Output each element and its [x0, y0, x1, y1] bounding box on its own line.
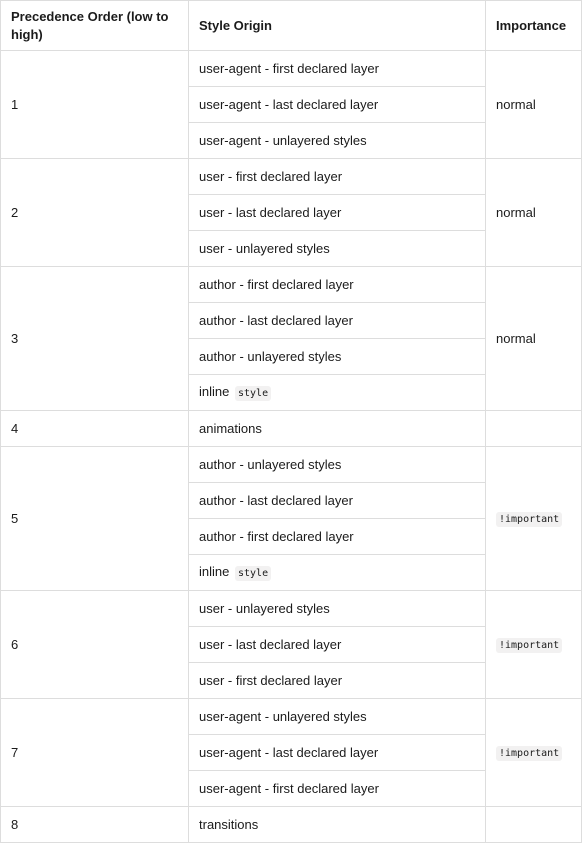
style-origin-cell: user - unlayered styles	[188, 590, 486, 627]
table-row: 5 author - unlayered styles !important	[0, 446, 582, 591]
important-keyword-code: !important	[496, 511, 563, 527]
table-body: 1 user-agent - first declared layer normal…	[0, 50, 582, 843]
style-origin-cell: user-agent - first declared layer	[188, 50, 486, 87]
style-origin-cell: user - first declared layer	[188, 662, 486, 699]
style-origin-cell: user-agent - first declared layer	[188, 770, 486, 807]
table-header-row: Precedence Order (low to high) Style Ori…	[0, 0, 582, 51]
style-origin-cell: inline style	[188, 374, 486, 411]
importance-cell	[485, 806, 582, 843]
style-origin-text: user - last declared layer	[199, 204, 342, 220]
style-origin-text: author - last declared layer	[199, 492, 353, 508]
importance-cell: !important	[485, 698, 582, 807]
style-origin-text: user - unlayered styles	[199, 240, 330, 256]
style-origin-cell: user - last declared layer	[188, 194, 486, 231]
importance-cell: normal	[485, 266, 582, 411]
style-origin-cell: user - last declared layer	[188, 626, 486, 663]
style-origin-cell: user-agent - unlayered styles	[188, 698, 486, 735]
style-origin-text: author - first declared layer	[199, 276, 354, 292]
precedence-order-cell: 5	[0, 446, 189, 591]
importance-cell: normal	[485, 158, 582, 267]
table-row: 6 user - unlayered styles !important	[0, 590, 582, 699]
precedence-order-cell: 1	[0, 50, 189, 159]
table-row: 3 author - first declared layer normal	[0, 266, 582, 411]
style-origin-cell: user - first declared layer	[188, 158, 486, 195]
style-origin-text: user-agent - unlayered styles	[199, 708, 367, 724]
style-origin-cell: inline style	[188, 554, 486, 591]
header-style-origin: Style Origin	[188, 0, 486, 51]
style-origin-cell: user - unlayered styles	[188, 230, 486, 267]
style-origin-cell: transitions	[188, 806, 486, 843]
table-row: 8 transitions	[0, 806, 582, 843]
style-origin-cell: author - unlayered styles	[188, 446, 486, 483]
importance-text: normal	[496, 204, 536, 220]
style-origin-cell: user-agent - last declared layer	[188, 734, 486, 771]
style-origin-cell: author - first declared layer	[188, 266, 486, 303]
style-origin-text: animations	[199, 420, 262, 436]
style-origin-text: user-agent - last declared layer	[199, 96, 379, 112]
style-origin-cell: user-agent - last declared layer	[188, 86, 486, 123]
style-origin-text: user - last declared layer	[199, 636, 342, 652]
style-origin-text: user-agent - first declared layer	[199, 780, 379, 796]
style-origin-text: author - unlayered styles	[199, 456, 342, 472]
precedence-order-cell: 7	[0, 698, 189, 807]
importance-text: normal	[496, 96, 536, 112]
style-origin-text: transitions	[199, 816, 259, 832]
style-origin-cell: author - first declared layer	[188, 518, 486, 555]
style-origin-cell: author - last declared layer	[188, 302, 486, 339]
style-origin-text: author - first declared layer	[199, 528, 354, 544]
table-row: 2 user - first declared layer normal	[0, 158, 582, 267]
importance-cell: !important	[485, 446, 582, 591]
style-origin-cell: user-agent - unlayered styles	[188, 122, 486, 159]
style-attribute-code: style	[234, 385, 272, 401]
important-keyword-code: !important	[496, 745, 563, 761]
style-origin-cell: author - unlayered styles	[188, 338, 486, 375]
important-keyword-code: !important	[496, 637, 563, 653]
importance-cell: normal	[485, 50, 582, 159]
style-origin-text: user-agent - last declared layer	[199, 744, 379, 760]
table-row: 4 animations	[0, 410, 582, 447]
precedence-table: Precedence Order (low to high) Style Ori…	[0, 0, 582, 843]
style-origin-text: inline	[199, 383, 230, 399]
style-origin-text: user-agent - first declared layer	[199, 60, 379, 76]
style-origin-text: user - unlayered styles	[199, 600, 330, 616]
style-origin-text: user - first declared layer	[199, 168, 343, 184]
header-precedence-order: Precedence Order (low to high)	[0, 0, 189, 51]
style-origin-text: author - unlayered styles	[199, 348, 342, 364]
precedence-order-cell: 6	[0, 590, 189, 699]
precedence-order-cell: 8	[0, 806, 189, 843]
style-origin-cell: animations	[188, 410, 486, 447]
importance-cell: !important	[485, 590, 582, 699]
style-origin-text: user - first declared layer	[199, 672, 343, 688]
importance-cell	[485, 410, 582, 447]
header-importance: Importance	[485, 0, 582, 51]
precedence-order-cell: 2	[0, 158, 189, 267]
style-origin-cell: author - last declared layer	[188, 482, 486, 519]
style-origin-text: author - last declared layer	[199, 312, 353, 328]
table-row: 1 user-agent - first declared layer normal	[0, 50, 582, 159]
precedence-order-cell: 4	[0, 410, 189, 447]
precedence-order-cell: 3	[0, 266, 189, 411]
style-attribute-code: style	[234, 565, 272, 581]
importance-text: normal	[496, 330, 536, 346]
table-row: 7 user-agent - unlayered styles !important	[0, 698, 582, 807]
style-origin-text: user-agent - unlayered styles	[199, 132, 367, 148]
style-origin-text: inline	[199, 563, 230, 579]
